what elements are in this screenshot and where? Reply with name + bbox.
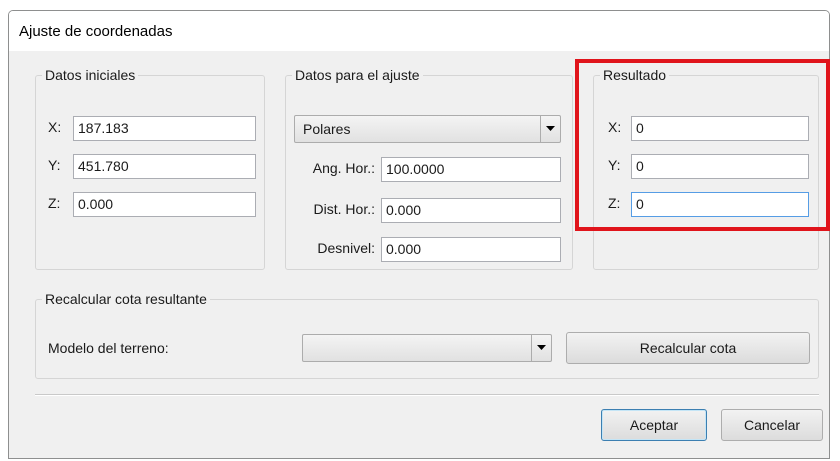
initial-x-field[interactable]: 187.183: [73, 116, 256, 141]
dialog-window: Ajuste de coordenadas Datos iniciales X:…: [8, 10, 830, 459]
initial-y-label: Y:: [48, 157, 61, 173]
modelo-dropdown-arrow[interactable]: [531, 335, 551, 361]
recalcular-cota-button[interactable]: Recalcular cota: [566, 332, 810, 364]
modelo-label: Modelo del terreno:: [48, 340, 169, 356]
initial-x-label: X:: [48, 119, 62, 135]
result-z-field[interactable]: 0: [631, 192, 809, 217]
initial-z-field[interactable]: 0.000: [73, 192, 256, 217]
chevron-down-icon: [537, 345, 546, 350]
datos-ajuste-legend: Datos para el ajuste: [295, 67, 420, 83]
modelo-select[interactable]: [302, 334, 552, 362]
result-y-field[interactable]: 0: [631, 154, 809, 179]
dialog-body: Datos iniciales X: 187.183 Y: 451.780 Z:…: [9, 51, 829, 458]
dist-hor-label: Dist. Hor.:: [313, 201, 375, 217]
recalcular-legend: Recalcular cota resultante: [45, 291, 207, 307]
chevron-down-icon: [546, 126, 555, 131]
accept-button[interactable]: Aceptar: [601, 409, 707, 441]
footer-separator: [35, 394, 819, 396]
datos-iniciales-legend: Datos iniciales: [45, 67, 136, 83]
resultado-legend: Resultado: [603, 67, 667, 83]
window-title: Ajuste de coordenadas: [19, 23, 173, 40]
result-x-label: X:: [608, 119, 622, 135]
method-select-value: Polares: [303, 121, 351, 137]
ang-hor-label: Ang. Hor.:: [312, 160, 375, 176]
cancel-button[interactable]: Cancelar: [721, 409, 823, 441]
result-y-label: Y:: [608, 157, 621, 173]
ang-hor-field[interactable]: 100.0000: [381, 157, 561, 182]
initial-y-field[interactable]: 451.780: [73, 154, 256, 179]
desnivel-field[interactable]: 0.000: [381, 237, 561, 262]
result-x-field[interactable]: 0: [631, 116, 809, 141]
title-bar[interactable]: Ajuste de coordenadas: [9, 11, 829, 51]
dist-hor-field[interactable]: 0.000: [381, 198, 561, 223]
initial-z-label: Z:: [48, 195, 61, 211]
method-select[interactable]: Polares: [294, 115, 561, 143]
desnivel-label: Desnivel:: [317, 240, 375, 256]
result-z-label: Z:: [608, 195, 621, 211]
method-dropdown-arrow[interactable]: [540, 116, 560, 142]
